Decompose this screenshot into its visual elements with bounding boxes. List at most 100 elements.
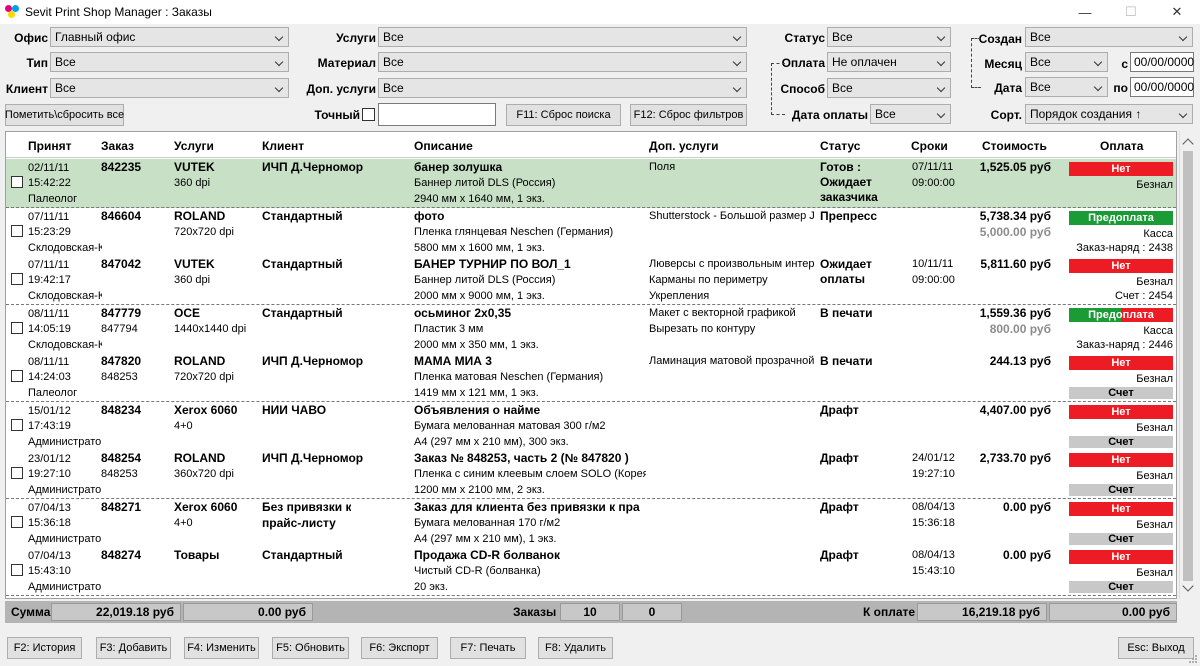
row-checkbox[interactable] — [11, 321, 23, 334]
col-header-services[interactable]: Услуги — [174, 139, 214, 153]
print-button[interactable]: F7: Печать — [450, 637, 526, 659]
type-select[interactable]: Все — [50, 52, 289, 72]
payment-method: Безнал — [1136, 179, 1173, 191]
accepted-user: Администрато — [28, 581, 102, 593]
created-select[interactable]: Все — [1025, 27, 1193, 47]
table-row[interactable]: 07/11/11 19:42:17 Склодовская-К 847042 VUTEK… — [6, 256, 1176, 305]
order-number[interactable]: 847042 — [101, 257, 141, 272]
service-resolution: 360 dpi — [174, 177, 211, 189]
from-date-input[interactable]: 00/00/0000 — [1130, 52, 1194, 72]
table-row[interactable]: 23/01/12 19:27:10 Администрато 848254 848253… — [6, 450, 1176, 499]
col-header-status[interactable]: Статус — [820, 139, 860, 153]
orders-label: Заказы — [513, 605, 557, 619]
order-number[interactable]: 846604 — [101, 209, 141, 224]
payment-select[interactable]: Не оплачен — [827, 52, 951, 72]
description-size: 20 экз. — [414, 581, 448, 593]
payment-status-badge: Предоплата — [1069, 210, 1173, 225]
table-row[interactable]: 08/11/11 14:24:03 Палеолог 847820 848253 ROLA… — [6, 353, 1176, 402]
order-number[interactable]: 842235 — [101, 160, 141, 175]
edit-button[interactable]: F4: Изменить — [184, 637, 259, 659]
table-row[interactable]: 07/11/11 15:23:29 Склодовская-К 846604 ROLAN… — [6, 207, 1176, 257]
col-header-client[interactable]: Клиент — [262, 139, 304, 153]
search-input[interactable] — [378, 103, 496, 126]
filter-panel: Офис Главный офис Тип Все Клиент Все Пом… — [0, 24, 1200, 128]
table-row[interactable]: 08/11/11 14:05:19 Склодовская-К 847779 84779… — [6, 304, 1176, 354]
row-checkbox[interactable] — [11, 564, 23, 576]
payment-method: Касса — [1143, 324, 1173, 337]
col-header-cost[interactable]: Стоимость — [982, 139, 1047, 153]
row-checkbox[interactable] — [11, 467, 23, 479]
month-select[interactable]: Все — [1025, 52, 1108, 72]
order-number[interactable]: 847779 — [101, 306, 141, 321]
payment-method: Безнал — [1136, 470, 1173, 482]
col-header-extra[interactable]: Доп. услуги — [649, 139, 719, 153]
office-select[interactable]: Главный офис — [50, 27, 289, 47]
exit-button[interactable]: Esc: Выход — [1118, 637, 1194, 659]
reset-filters-button[interactable]: F12: Сброс фильтров — [630, 104, 747, 126]
table-row[interactable]: 07/04/13 15:43:10 Администрато 848274 Товары… — [6, 547, 1176, 596]
scroll-down-icon[interactable] — [1182, 580, 1194, 592]
date-select[interactable]: Все — [1025, 77, 1108, 97]
invoice-badge[interactable]: Счет — [1069, 387, 1173, 399]
maximize-button[interactable]: ☐ — [1108, 0, 1154, 24]
col-header-description[interactable]: Описание — [414, 139, 473, 153]
invoice-badge[interactable]: Счет — [1069, 532, 1173, 545]
table-row[interactable]: 02/11/11 15:42:22 Палеолог 842235 VUTEK 360 d… — [6, 159, 1176, 208]
extra-services-select[interactable]: Все — [378, 78, 747, 98]
sort-select[interactable]: Порядок создания ↑ — [1025, 104, 1193, 124]
linked-order-number: 848253 — [101, 468, 138, 480]
paydate-select[interactable]: Все — [870, 104, 951, 124]
material-select[interactable]: Все — [378, 52, 747, 72]
accepted-time: 19:42:17 — [28, 274, 71, 286]
col-header-accepted[interactable]: Принят — [28, 139, 71, 153]
exact-checkbox[interactable] — [362, 108, 375, 121]
minimize-button[interactable]: — — [1062, 0, 1108, 24]
invoice-badge[interactable]: Счет — [1069, 581, 1173, 593]
window-title: Sevit Print Shop Manager : Заказы — [25, 5, 212, 19]
export-button[interactable]: F6: Экспорт — [361, 637, 438, 659]
from-label: с — [1121, 57, 1128, 71]
description-title: фото — [414, 208, 445, 223]
date-label: Дата — [994, 81, 1022, 95]
order-number[interactable]: 848271 — [101, 500, 141, 515]
description-size: A4 (297 мм x 210 мм), 300 экз. — [414, 435, 569, 448]
exact-label: Точный — [314, 108, 360, 122]
row-checkbox[interactable] — [11, 273, 23, 285]
col-header-order[interactable]: Заказ — [101, 139, 134, 153]
table-row[interactable]: 15/01/12 17:43:19 Администрато 848234 Xerox … — [6, 401, 1176, 451]
col-header-payment[interactable]: Оплата — [1100, 139, 1143, 153]
order-number[interactable]: 848274 — [101, 548, 141, 563]
status-select[interactable]: Все — [827, 27, 951, 47]
scroll-up-icon[interactable] — [1182, 138, 1194, 150]
client-select[interactable]: Все — [50, 78, 289, 98]
method-select[interactable]: Все — [827, 78, 951, 98]
vertical-scrollbar[interactable] — [1179, 131, 1196, 599]
history-button[interactable]: F2: История — [7, 637, 82, 659]
resize-grip-icon[interactable] — [1188, 654, 1198, 664]
row-checkbox[interactable] — [11, 515, 23, 528]
table-row[interactable]: 07/04/13 15:36:18 Администрато 848271 Xerox … — [6, 498, 1176, 548]
invoice-badge[interactable]: Счет — [1069, 435, 1173, 448]
payment-method: Безнал — [1136, 567, 1173, 579]
col-header-terms[interactable]: Сроки — [911, 139, 948, 153]
scroll-thumb[interactable] — [1183, 151, 1193, 581]
row-checkbox[interactable] — [11, 418, 23, 431]
to-date-input[interactable]: 00/00/0000 — [1130, 77, 1194, 97]
reset-search-button[interactable]: F11: Сброс поиска — [506, 104, 621, 126]
order-number[interactable]: 848254 — [101, 451, 141, 466]
order-number[interactable]: 847820 — [101, 354, 141, 369]
description-material: Бумага мелованная матовая 300 г/м2 — [414, 419, 606, 432]
refresh-button[interactable]: F5: Обновить — [272, 637, 349, 659]
add-button[interactable]: F3: Добавить — [96, 637, 171, 659]
row-checkbox[interactable] — [11, 370, 23, 382]
services-select[interactable]: Все — [378, 27, 747, 47]
mark-reset-all-button[interactable]: Пометить\сбросить все — [5, 104, 124, 126]
description-title: Объявления о найме — [414, 402, 541, 417]
invoice-badge[interactable]: Счет — [1069, 484, 1173, 496]
delete-button[interactable]: F8: Удалить — [538, 637, 613, 659]
row-checkbox[interactable] — [11, 176, 23, 188]
order-number[interactable]: 848234 — [101, 403, 141, 418]
payment-method: Безнал — [1136, 518, 1173, 531]
row-checkbox[interactable] — [11, 224, 23, 237]
close-button[interactable]: ✕ — [1154, 0, 1200, 24]
